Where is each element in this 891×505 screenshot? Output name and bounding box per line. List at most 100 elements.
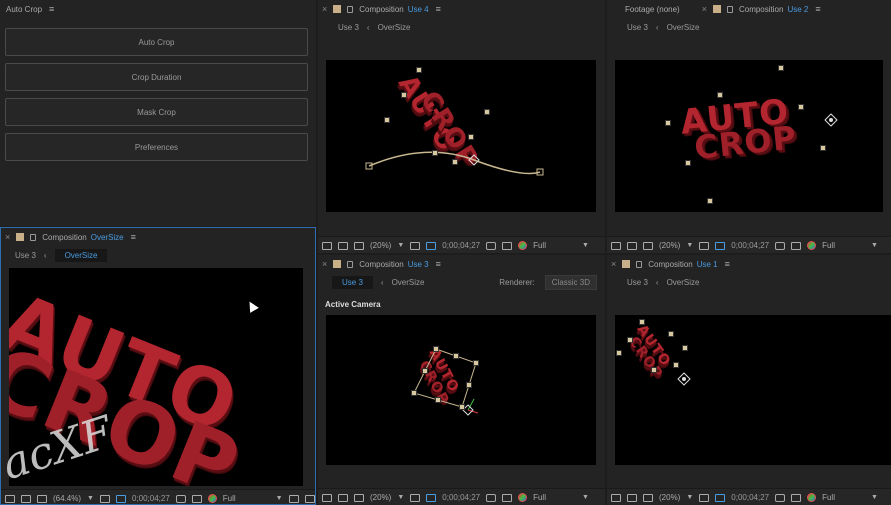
always-preview-icon[interactable] bbox=[322, 493, 332, 502]
snapshot-icon[interactable] bbox=[775, 241, 786, 250]
channel-icon[interactable] bbox=[807, 241, 817, 250]
panel-menu-icon[interactable]: ≡ bbox=[815, 4, 820, 14]
composition-tab-use3[interactable]: × Composition Use 3 ≡ bbox=[318, 255, 605, 273]
monitor-icon[interactable] bbox=[21, 494, 31, 503]
channel-icon[interactable] bbox=[207, 494, 217, 503]
show-snapshot-icon[interactable] bbox=[791, 241, 802, 250]
show-snapshot-icon[interactable] bbox=[191, 494, 202, 503]
panel-menu-icon[interactable]: ≡ bbox=[725, 259, 730, 269]
current-time[interactable]: 0;00;04;27 bbox=[132, 494, 170, 503]
comp-viewer[interactable]: AUTO CROP bbox=[615, 315, 891, 465]
bbox-handle[interactable] bbox=[422, 368, 428, 374]
monitor-icon[interactable] bbox=[627, 241, 637, 250]
region-icon[interactable] bbox=[99, 494, 110, 503]
mask-view-icon[interactable] bbox=[37, 494, 47, 503]
bbox-handle[interactable] bbox=[384, 117, 390, 123]
comp-viewer[interactable]: AUTO CROP bbox=[326, 315, 596, 465]
zoom-select[interactable]: (20%) ▼ bbox=[370, 493, 404, 502]
bbox-handle[interactable] bbox=[401, 92, 407, 98]
region-icon[interactable] bbox=[410, 493, 421, 502]
bbox-handle[interactable] bbox=[717, 92, 723, 98]
always-preview-icon[interactable] bbox=[611, 493, 621, 502]
transparency-grid-icon[interactable] bbox=[115, 494, 126, 503]
panel-menu-icon[interactable]: ≡ bbox=[436, 4, 441, 14]
zoom-select[interactable]: (20%) ▼ bbox=[659, 241, 693, 250]
zoom-select[interactable]: (20%) ▼ bbox=[659, 493, 693, 502]
bbox-handle[interactable] bbox=[707, 198, 713, 204]
transparency-grid-icon[interactable] bbox=[426, 493, 437, 502]
bbox-handle[interactable] bbox=[673, 362, 679, 368]
toggle-view-icon[interactable] bbox=[304, 494, 315, 503]
bbox-handle[interactable] bbox=[466, 382, 472, 388]
crop-duration-button[interactable]: Crop Duration bbox=[5, 63, 308, 91]
close-icon[interactable]: × bbox=[322, 259, 327, 269]
bbox-handle[interactable] bbox=[778, 65, 784, 71]
bbox-handle[interactable] bbox=[484, 109, 490, 115]
camera-bounding-box[interactable] bbox=[326, 315, 596, 465]
close-icon[interactable]: × bbox=[5, 232, 10, 242]
renderer-select[interactable]: Classic 3D bbox=[544, 274, 597, 290]
bbox-handle[interactable] bbox=[627, 337, 633, 343]
bbox-handle[interactable] bbox=[668, 331, 674, 337]
always-preview-icon[interactable] bbox=[322, 241, 332, 250]
lock-icon[interactable] bbox=[347, 5, 354, 13]
mask-view-icon[interactable] bbox=[354, 241, 364, 250]
monitor-icon[interactable] bbox=[627, 493, 637, 502]
panel-menu-icon[interactable]: ≡ bbox=[131, 232, 136, 242]
zoom-select[interactable]: (64.4%) ▼ bbox=[53, 494, 94, 503]
lock-icon[interactable] bbox=[636, 260, 643, 268]
resolution-select[interactable]: Full ▼ bbox=[822, 493, 878, 502]
crumb-current[interactable]: OverSize bbox=[667, 278, 700, 287]
current-time[interactable]: 0;00;04;27 bbox=[442, 241, 480, 250]
bbox-handle[interactable] bbox=[435, 397, 441, 403]
bbox-handle[interactable] bbox=[665, 120, 671, 126]
composition-tab-use1[interactable]: × Composition Use 1 ≡ bbox=[607, 255, 891, 273]
bbox-handle[interactable] bbox=[452, 159, 458, 165]
close-icon[interactable]: × bbox=[322, 4, 327, 14]
lock-icon[interactable] bbox=[726, 5, 733, 13]
mask-view-icon[interactable] bbox=[643, 241, 653, 250]
crumb-parent[interactable]: Use 3 bbox=[627, 278, 648, 287]
crumb-parent[interactable]: Use 3 bbox=[627, 23, 648, 32]
crumb-current[interactable]: OverSize bbox=[392, 278, 425, 287]
snapshot-icon[interactable] bbox=[775, 493, 786, 502]
close-icon[interactable]: × bbox=[611, 259, 616, 269]
bbox-handle[interactable] bbox=[468, 134, 474, 140]
mask-crop-button[interactable]: Mask Crop bbox=[5, 98, 308, 126]
transparency-grid-icon[interactable] bbox=[715, 493, 726, 502]
bbox-handle[interactable] bbox=[433, 346, 439, 352]
panel-menu-icon[interactable]: ≡ bbox=[436, 259, 441, 269]
tab-title[interactable]: Composition bbox=[739, 5, 783, 14]
crumb-current[interactable]: OverSize bbox=[667, 23, 700, 32]
resolution-select[interactable]: Full ▼ bbox=[533, 493, 589, 502]
fast-preview-icon[interactable] bbox=[288, 494, 299, 503]
close-icon[interactable]: × bbox=[702, 4, 707, 14]
bbox-handle[interactable] bbox=[411, 390, 417, 396]
current-time[interactable]: 0;00;04;27 bbox=[442, 493, 480, 502]
show-snapshot-icon[interactable] bbox=[502, 241, 513, 250]
crumb-current[interactable]: OverSize bbox=[378, 23, 411, 32]
preferences-button[interactable]: Preferences bbox=[5, 133, 308, 161]
snapshot-icon[interactable] bbox=[175, 494, 186, 503]
always-preview-icon[interactable] bbox=[611, 241, 621, 250]
mask-view-icon[interactable] bbox=[354, 493, 364, 502]
region-icon[interactable] bbox=[699, 241, 710, 250]
comp-viewer[interactable]: AUTO CROP bbox=[615, 60, 883, 212]
resolution-select[interactable]: Full ▼ bbox=[533, 241, 589, 250]
bbox-handle[interactable] bbox=[798, 104, 804, 110]
monitor-icon[interactable] bbox=[338, 493, 348, 502]
bbox-handle[interactable] bbox=[432, 150, 438, 156]
anchor-point-icon[interactable] bbox=[677, 372, 691, 386]
anchor-point-icon[interactable] bbox=[824, 113, 838, 127]
mask-view-icon[interactable] bbox=[643, 493, 653, 502]
bbox-handle[interactable] bbox=[459, 404, 465, 410]
bbox-handle[interactable] bbox=[651, 367, 657, 373]
resolution-select[interactable]: Full ▼ bbox=[223, 494, 283, 503]
current-time[interactable]: 0;00;04;27 bbox=[731, 493, 769, 502]
zoom-select[interactable]: (20%) ▼ bbox=[370, 241, 404, 250]
footage-tab[interactable]: Footage (none) bbox=[625, 5, 680, 14]
crumb-active[interactable]: Use 3 bbox=[332, 275, 373, 289]
channel-icon[interactable] bbox=[518, 493, 528, 502]
monitor-icon[interactable] bbox=[338, 241, 348, 250]
bbox-handle[interactable] bbox=[820, 145, 826, 151]
